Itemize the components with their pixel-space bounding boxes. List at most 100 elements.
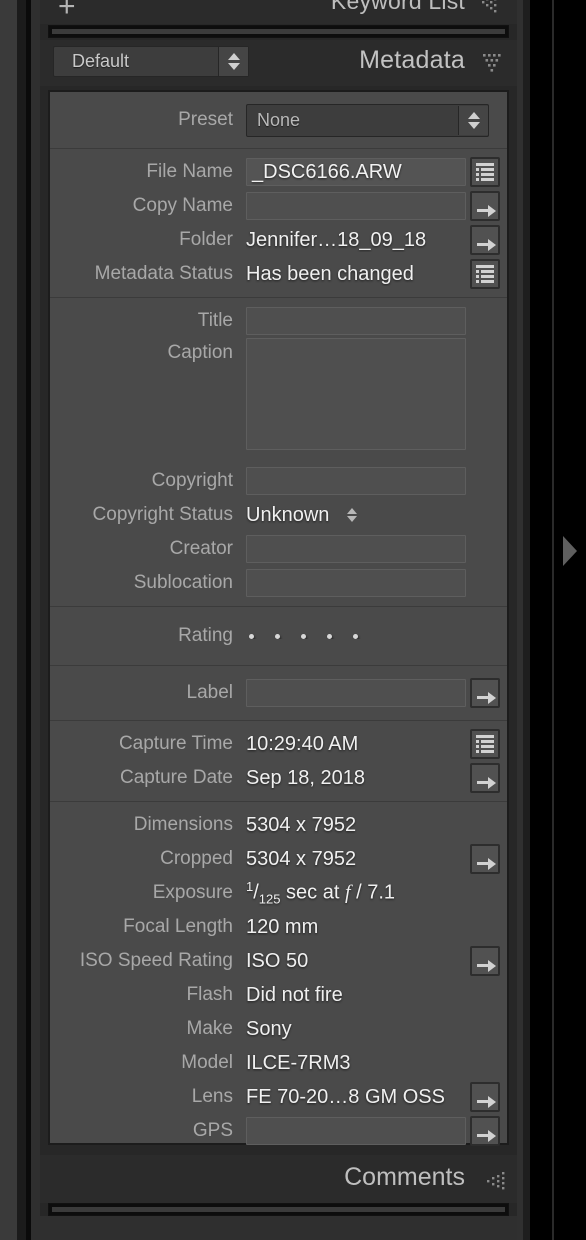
comments-panel-header[interactable]: Comments [40,1155,517,1203]
metadata-row-caption: Caption [50,338,507,464]
copyright-status-stepper[interactable] [346,508,357,523]
rating-star-1[interactable] [249,633,254,639]
aperture-value: / 7.1 [350,881,396,904]
metadata-row-capture-time: Capture Time 10:29:40 AM [50,727,507,761]
metadata-row-creator: Creator [50,532,507,566]
gps-field[interactable] [246,1117,466,1145]
file-name-action-button[interactable] [470,157,500,187]
arrow-icon [476,197,496,217]
capture-time-value[interactable]: 10:29:40 AM [246,733,470,756]
metadata-view-select-value: Default [72,51,130,71]
dimensions-label: Dimensions [133,814,233,835]
metadata-status-label: Metadata Status [94,263,233,284]
cropped-label: Cropped [160,848,233,869]
rating-star-5[interactable] [353,633,358,639]
preset-select-value: None [257,109,301,130]
model-value: ILCE-7RM3 [246,1051,351,1074]
metadata-row-model: Model ILCE-7RM3 [50,1046,507,1080]
capture-time-action-button[interactable] [470,729,500,759]
focal-length-label: Focal Length [123,916,233,937]
keyword-list-header[interactable]: + Keyword List [40,0,517,24]
chevron-up-icon [227,53,240,60]
add-keyword-button[interactable]: + [58,0,76,22]
label-action-button[interactable] [470,678,500,708]
arrow-icon [476,952,496,972]
metadata-row-title: Title [50,304,507,338]
metadata-panel-header: Default Metadata [40,40,517,86]
rating-star-2[interactable] [275,633,280,639]
desktop-background [554,0,586,1240]
copyright-status-value: Unknown [246,503,330,526]
preset-select[interactable]: None [246,103,489,137]
list-icon [476,735,494,753]
capture-time-label: Capture Time [118,733,233,754]
metadata-status-value: Has been changed [246,262,414,285]
rating-star-4[interactable] [327,633,332,639]
copyright-field[interactable] [246,467,466,495]
lens-value: FE 70-20…8 GM OSS [246,1085,445,1108]
folder-label: Folder [179,229,233,250]
label-field[interactable] [246,679,466,707]
lens-action-button[interactable] [470,1082,500,1112]
metadata-view-select-stepper[interactable] [218,47,248,76]
file-name-field[interactable]: _DSC6166.ARW [246,158,466,186]
focal-length-value: 120 mm [246,915,319,938]
copyright-status-value-wrap[interactable]: Unknown [246,504,470,527]
capture-date-value[interactable]: Sep 18, 2018 [246,767,470,790]
arrow-icon [476,850,496,870]
exposure-denominator: 125 [258,891,281,907]
copy-name-field[interactable] [246,192,466,220]
title-field[interactable] [246,307,466,335]
capture-date-action-button[interactable] [470,763,500,793]
rating-dots[interactable] [246,633,464,639]
folder-action-button[interactable] [470,225,500,255]
comments-panel-title: Comments [344,1163,465,1191]
window-edge-right-dark [530,0,552,1240]
metadata-row-gps: GPS [50,1114,507,1148]
file-name-label: File Name [146,161,233,182]
iso-action-button[interactable] [470,946,500,976]
metadata-group-iptc: Title Caption Copyright Copyright Status [50,298,507,607]
copy-name-action-button[interactable] [470,191,500,221]
metadata-view-select[interactable]: Default [53,46,249,77]
rating-star-3[interactable] [301,633,306,639]
metadata-row-folder: Folder Jennifer…18_09_18 [50,223,507,257]
metadata-row-copy-name: Copy Name [50,189,507,223]
cropped-action-button[interactable] [470,844,500,874]
metadata-row-sublocation: Sublocation [50,566,507,600]
window-edge-right-shadow [523,0,530,1240]
metadata-group-exif: Dimensions 5304 x 7952 Cropped 5304 x 79… [50,802,507,1154]
arrow-icon [476,231,496,251]
dots-down-triangle-icon[interactable] [481,52,507,76]
flash-value: Did not fire [246,983,343,1006]
panel-gutter-left [31,0,40,1240]
list-icon [476,163,494,181]
chevron-down-icon [346,516,357,523]
rating-stars[interactable] [246,633,470,639]
window-edge-left-outer [0,0,17,1240]
panel-collapse-arrow-icon[interactable] [563,536,577,566]
metadata-status-action-button[interactable] [470,259,500,289]
metadata-group-file: File Name _DSC6166.ARW Copy Name Folder … [50,149,507,298]
preset-select-stepper[interactable] [458,105,488,135]
caption-label: Caption [167,342,234,363]
iso-value: ISO 50 [246,949,309,972]
metadata-row-label: Label [50,675,507,711]
metadata-row-lens: Lens FE 70-20…8 GM OSS [50,1080,507,1114]
gps-action-button[interactable] [470,1116,500,1146]
dots-left-triangle-icon[interactable] [481,1171,507,1193]
dots-right-triangle-icon[interactable] [480,0,504,14]
metadata-row-copyright: Copyright [50,464,507,498]
lightroom-right-panel: + Keyword List Default Metadata Preset N… [0,0,586,1240]
model-label: Model [181,1052,233,1073]
metadata-row-capture-date: Capture Date Sep 18, 2018 [50,761,507,795]
sublocation-field[interactable] [246,569,466,597]
caption-field[interactable] [246,338,466,450]
rating-label: Rating [178,625,233,646]
cropped-value: 5304 x 7952 [246,847,357,870]
metadata-row-iso: ISO Speed Rating ISO 50 [50,944,507,978]
creator-field[interactable] [246,535,466,563]
metadata-row-rating: Rating [50,618,507,654]
metadata-row-make: Make Sony [50,1012,507,1046]
chevron-down-icon [467,121,480,129]
